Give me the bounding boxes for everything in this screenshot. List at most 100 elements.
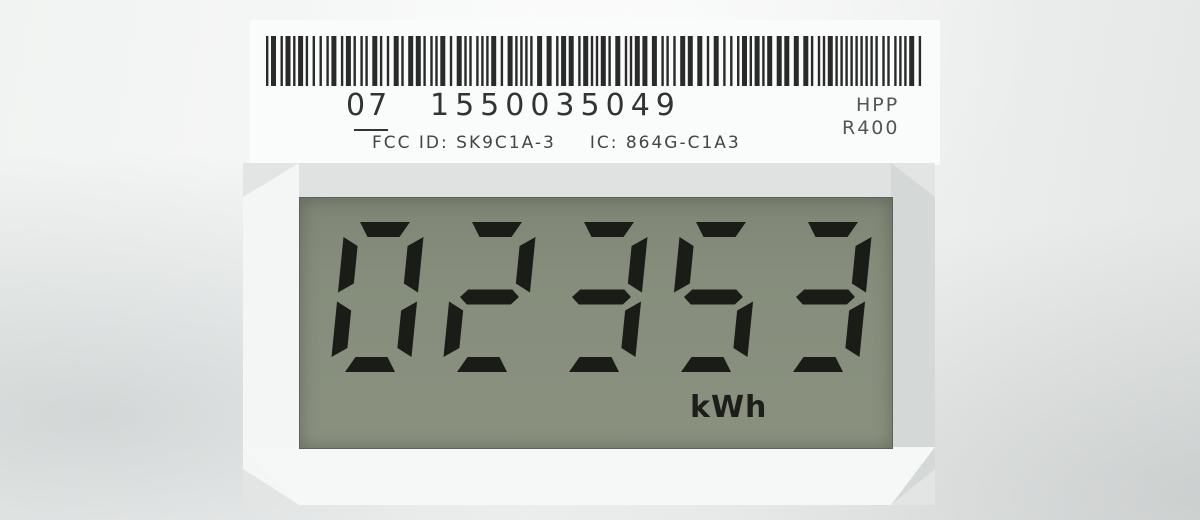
barcode-bar: [515, 36, 518, 86]
barcode-bar: [440, 36, 446, 86]
serial-number: 1550035049: [430, 88, 681, 123]
barcode-bar: [875, 36, 878, 86]
barcode-bar: [408, 36, 414, 86]
barcode-bar: [600, 36, 606, 86]
lcd-segment-d: [457, 357, 507, 372]
barcode-bar: [624, 36, 628, 86]
lcd-segment-b: [515, 237, 536, 293]
serial-prefix: 07: [346, 88, 391, 123]
barcode-bar: [793, 36, 799, 86]
barcode-bar: [456, 36, 462, 86]
barcode-bar: [561, 36, 567, 86]
barcode-bar: [865, 36, 868, 86]
barcode-bar: [642, 36, 648, 86]
barcode-bar: [583, 36, 589, 86]
barcode-bar: [393, 36, 399, 86]
lcd-segment-b: [403, 237, 424, 293]
lcd-segment-g: [684, 289, 743, 305]
barcode-bar: [449, 36, 453, 86]
barcode-bar: [810, 36, 814, 86]
barcode-bar: [507, 36, 513, 86]
barcode-bar: [423, 36, 426, 86]
barcode-bar: [827, 36, 833, 86]
barcode-bar: [525, 36, 528, 86]
lcd-segment-d: [793, 357, 843, 372]
barcode-bar: [608, 36, 611, 86]
barcode-bar: [491, 36, 497, 86]
barcode-bar: [742, 36, 747, 86]
barcode-bar: [845, 36, 848, 86]
barcode-bar: [860, 36, 863, 86]
barcode-bar: [595, 36, 599, 86]
lcd-segment-c: [733, 301, 754, 357]
barcode: [266, 36, 922, 86]
lcd-segment-a: [472, 222, 522, 237]
lcd-segment-f: [673, 237, 694, 293]
lcd-segment-e: [331, 301, 352, 357]
barcode-bar: [331, 36, 337, 86]
barcode-bar: [271, 36, 276, 86]
barcode-bar: [629, 36, 633, 86]
barcode-bar: [360, 36, 363, 86]
barcode-bar: [500, 36, 504, 86]
barcode-bar: [293, 36, 296, 86]
barcode-bar: [680, 36, 686, 86]
lcd-segment-g: [796, 289, 855, 305]
window-bevel-bottom: [243, 447, 935, 505]
barcode-bar: [401, 36, 404, 86]
barcode-bar: [918, 36, 922, 86]
barcode-bar: [435, 36, 438, 86]
barcode-bar: [590, 36, 594, 86]
barcode-bar: [340, 36, 344, 86]
lcd-segment-a: [584, 222, 634, 237]
lcd-digit: [443, 222, 536, 372]
barcode-bar: [345, 36, 351, 86]
barcode-bar: [661, 36, 664, 86]
barcode-bar: [634, 36, 640, 86]
barcode-bar: [298, 36, 304, 86]
barcode-bar: [546, 36, 552, 86]
barcode-bar: [899, 36, 902, 86]
lcd-segment-c: [397, 301, 418, 357]
window-bevel-top: [243, 163, 935, 197]
barcode-bar: [904, 36, 907, 86]
lcd-segment-a: [696, 222, 746, 237]
barcode-bar: [840, 36, 843, 86]
lcd-segment-f: [337, 237, 358, 293]
barcode-bar: [486, 36, 489, 86]
barcode-bar: [850, 36, 853, 86]
barcode-bar: [386, 36, 390, 86]
barcode-bar: [697, 36, 703, 86]
barcode-bar: [887, 36, 890, 86]
barcode-bar: [754, 36, 760, 86]
ic-id: IC: 864G-C1A3: [589, 133, 741, 153]
lcd-digit: [793, 222, 872, 372]
lcd-segment-c: [845, 301, 866, 357]
barcode-bar: [706, 36, 710, 86]
lcd-segment-g: [460, 289, 519, 305]
barcode-bar: [372, 36, 378, 86]
lcd-segment-d: [681, 357, 731, 372]
barcode-bar: [481, 36, 484, 86]
barcode-bar: [530, 36, 533, 86]
fcc-id: FCC ID: SK9C1A-3: [372, 133, 556, 153]
barcode-bar: [379, 36, 383, 86]
barcode-bar: [319, 36, 322, 86]
barcode-bar: [469, 36, 472, 86]
barcode-bar: [615, 36, 621, 86]
barcode-bar: [568, 36, 574, 86]
lcd-segment-c: [621, 301, 642, 357]
barcode-bar: [464, 36, 467, 86]
barcode-bar: [651, 36, 657, 86]
barcode-bar: [822, 36, 826, 86]
unit-label: kWh: [690, 390, 768, 425]
barcode-bar: [415, 36, 421, 86]
lcd-segment-a: [808, 222, 858, 237]
underline-mark: [354, 129, 388, 131]
barcode-bar: [784, 36, 790, 86]
barcode-bar: [687, 36, 693, 86]
barcode-bar: [730, 36, 733, 86]
barcode-bar: [520, 36, 523, 86]
barcode-bar: [476, 36, 479, 86]
lcd-segment-d: [345, 357, 395, 372]
